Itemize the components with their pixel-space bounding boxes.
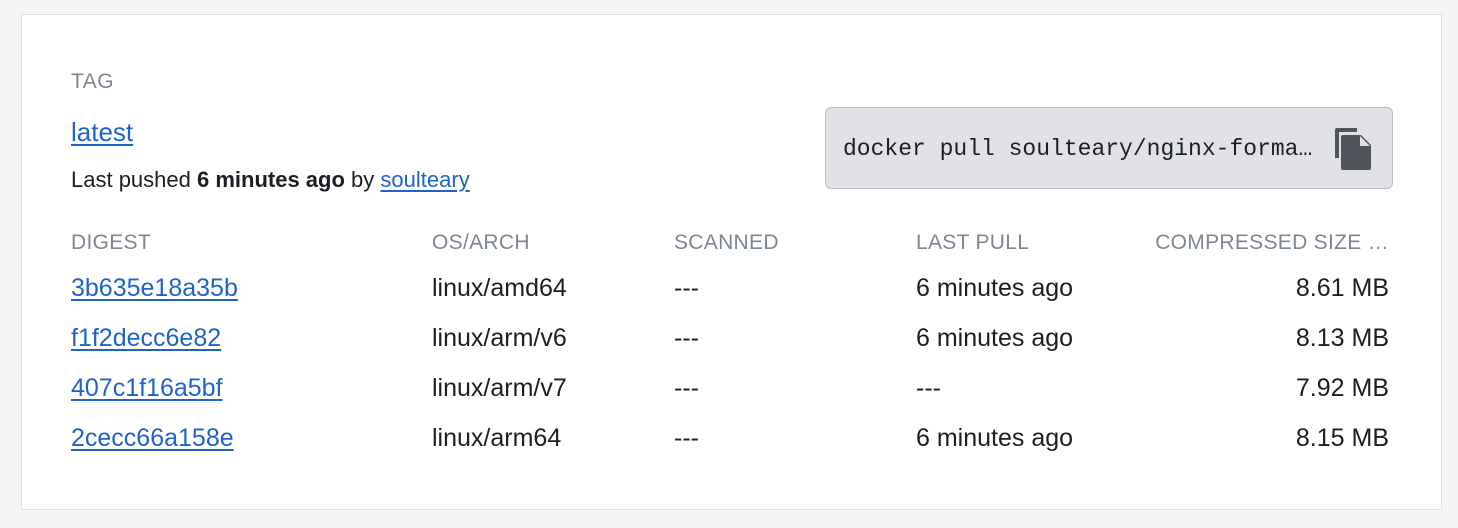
- scanned-cell: ---: [674, 424, 699, 452]
- scanned-cell: ---: [674, 374, 699, 402]
- pushed-time: 6 minutes ago: [197, 167, 345, 192]
- pull-command-box: docker pull soulteary/nginx-formatted-js…: [825, 107, 1393, 189]
- pull-command-text: docker pull soulteary/nginx-formatted-js…: [843, 136, 1325, 162]
- header-digest: DIGEST: [71, 231, 151, 254]
- table-row: 3b635e18a35b linux/amd64 --- 6 minutes a…: [22, 274, 1441, 324]
- copy-icon[interactable]: [1331, 126, 1373, 172]
- last-pushed-info: Last pushed 6 minutes ago by soulteary: [71, 167, 470, 193]
- header-os-arch: OS/ARCH: [432, 231, 530, 254]
- last-pull-cell: ---: [916, 374, 941, 402]
- tag-section-label: TAG: [71, 70, 115, 93]
- digest-link[interactable]: f1f2decc6e82: [71, 324, 221, 353]
- scanned-cell: ---: [674, 274, 699, 302]
- header-compressed-size: COMPRESSED SIZE …: [1155, 231, 1389, 254]
- scanned-cell: ---: [674, 324, 699, 352]
- table-row: f1f2decc6e82 linux/arm/v6 --- 6 minutes …: [22, 324, 1441, 374]
- size-cell: 7.92 MB: [1295, 374, 1389, 402]
- size-cell: 8.61 MB: [1295, 274, 1389, 302]
- tag-card: TAG latest Last pushed 6 minutes ago by …: [21, 14, 1442, 510]
- last-pull-cell: 6 minutes ago: [916, 324, 1074, 352]
- os-arch-cell: linux/amd64: [432, 274, 567, 302]
- size-cell: 8.13 MB: [1295, 324, 1389, 352]
- digest-link[interactable]: 3b635e18a35b: [71, 274, 238, 303]
- os-arch-cell: linux/arm/v7: [432, 374, 567, 402]
- tag-name-link[interactable]: latest: [71, 117, 133, 148]
- header-scanned: SCANNED: [674, 231, 779, 254]
- pushed-prefix: Last pushed: [71, 167, 191, 192]
- header-last-pull: LAST PULL: [916, 231, 1030, 254]
- table-row: 407c1f16a5bf linux/arm/v7 --- --- 7.92 M…: [22, 374, 1441, 424]
- pushed-by-word: by: [351, 167, 375, 192]
- table-row: 2cecc66a158e linux/arm64 --- 6 minutes a…: [22, 424, 1441, 474]
- pushed-by-user-link[interactable]: soulteary: [380, 167, 469, 192]
- os-arch-cell: linux/arm/v6: [432, 324, 567, 352]
- size-cell: 8.15 MB: [1295, 424, 1389, 452]
- digest-link[interactable]: 407c1f16a5bf: [71, 374, 223, 403]
- last-pull-cell: 6 minutes ago: [916, 274, 1074, 302]
- last-pull-cell: 6 minutes ago: [916, 424, 1074, 452]
- os-arch-cell: linux/arm64: [432, 424, 562, 452]
- digest-link[interactable]: 2cecc66a158e: [71, 424, 234, 453]
